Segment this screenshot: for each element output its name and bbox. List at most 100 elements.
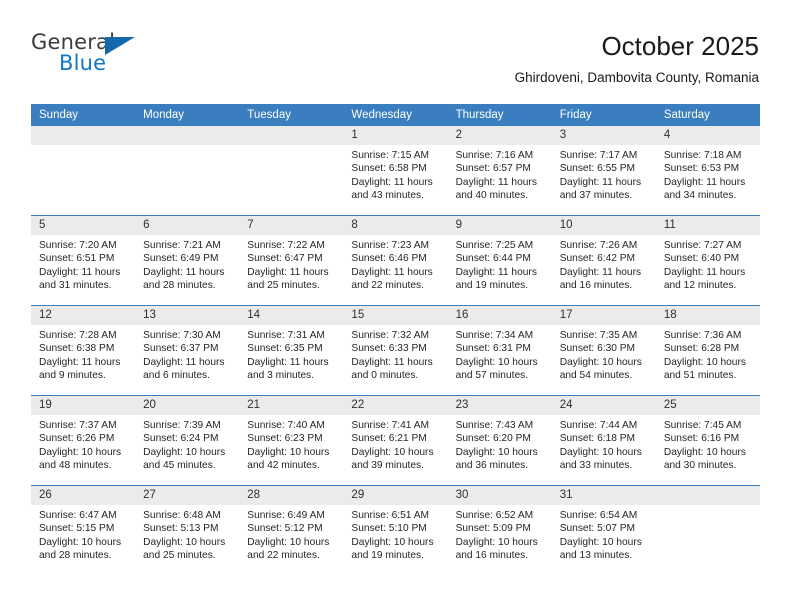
sunset-text: Sunset: 6:33 PM xyxy=(351,343,427,355)
day-number: 29 xyxy=(343,486,448,505)
daylight-text-line2: and 51 minutes. xyxy=(663,370,737,382)
sunset-text: Sunset: 6:53 PM xyxy=(663,163,740,175)
sunrise-text: Sunrise: 7:30 AM xyxy=(143,330,221,341)
day-details: Sunrise: 6:48 AM Sunset: 5:13 PM Daylight:… xyxy=(135,505,239,563)
daylight-text-line1: Daylight: 11 hours xyxy=(247,266,329,278)
sunrise-text: Sunrise: 7:18 AM xyxy=(663,150,742,161)
calendar-day-cell[interactable]: 21 Sunrise: 7:40 AM Sunset: 6:23 PM Dayligh… xyxy=(239,395,344,486)
daylight-text-line2: and 16 minutes. xyxy=(455,550,529,562)
daylight-text-line1: Daylight: 10 hours xyxy=(663,446,746,458)
calendar-day-cell[interactable]: 10 Sunrise: 7:26 AM Sunset: 6:42 PM Dayligh… xyxy=(551,215,656,306)
daylight-text-line2: and 22 minutes. xyxy=(351,280,424,292)
day-number xyxy=(655,486,760,505)
calendar-day-cell[interactable]: 30 Sunrise: 6:52 AM Sunset: 5:09 PM Dayligh… xyxy=(447,485,552,575)
sunrise-text: Sunrise: 7:35 AM xyxy=(559,330,638,341)
calendar-day-cell[interactable]: 13 Sunrise: 7:30 AM Sunset: 6:37 PM Dayligh… xyxy=(135,305,240,396)
calendar-day-cell[interactable]: 24 Sunrise: 7:44 AM Sunset: 6:18 PM Dayligh… xyxy=(551,395,656,486)
calendar-day-cell[interactable]: 4 Sunrise: 7:18 AM Sunset: 6:53 PM Daylight… xyxy=(655,126,760,216)
title-block: October 2025 Ghirdoveni, Dambovita Count… xyxy=(515,30,759,86)
sunrise-text: Sunrise: 7:39 AM xyxy=(143,420,221,431)
calendar-day-cell[interactable]: 23 Sunrise: 7:43 AM Sunset: 6:20 PM Dayligh… xyxy=(447,395,552,486)
sunrise-text: Sunrise: 7:27 AM xyxy=(663,240,742,251)
calendar-day-cell[interactable]: 18 Sunrise: 7:36 AM Sunset: 6:28 PM Dayligh… xyxy=(655,305,760,396)
calendar-day-cell[interactable]: 1 Sunrise: 7:15 AM Sunset: 6:58 PM Daylight… xyxy=(343,126,448,216)
weekday-header-tuesday: Tuesday xyxy=(239,104,344,126)
day-number: 8 xyxy=(343,216,448,235)
daylight-text-line1: Daylight: 10 hours xyxy=(143,446,226,458)
daylight-text-line2: and 45 minutes. xyxy=(143,460,216,472)
day-number: 27 xyxy=(135,486,240,505)
daylight-text-line1: Daylight: 10 hours xyxy=(143,536,226,548)
weekday-header-row: Sunday Monday Tuesday Wednesday Thursday… xyxy=(31,104,760,126)
sunset-text: Sunset: 6:21 PM xyxy=(351,433,427,445)
daylight-text-line1: Daylight: 11 hours xyxy=(559,176,642,188)
daylight-text-line1: Daylight: 11 hours xyxy=(663,176,746,188)
sunset-text: Sunset: 5:07 PM xyxy=(559,523,636,535)
calendar-day-cell[interactable]: 20 Sunrise: 7:39 AM Sunset: 6:24 PM Dayligh… xyxy=(135,395,240,486)
day-details: Sunrise: 7:26 AM Sunset: 6:42 PM Daylight:… xyxy=(552,235,656,293)
daylight-text-line1: Daylight: 11 hours xyxy=(247,356,329,368)
calendar-day-cell[interactable]: 27 Sunrise: 6:48 AM Sunset: 5:13 PM Dayligh… xyxy=(135,485,240,575)
day-number: 21 xyxy=(239,396,344,415)
calendar-day-cell[interactable]: 19 Sunrise: 7:37 AM Sunset: 6:26 PM Dayligh… xyxy=(31,395,136,486)
day-number: 7 xyxy=(239,216,344,235)
sunrise-text: Sunrise: 7:45 AM xyxy=(663,420,742,431)
day-details: Sunrise: 7:18 AM Sunset: 6:53 PM Daylight:… xyxy=(656,145,760,203)
calendar-week-row: 26 Sunrise: 6:47 AM Sunset: 5:15 PM Dayligh… xyxy=(31,485,760,575)
daylight-text-line2: and 34 minutes. xyxy=(663,190,737,202)
sunset-text: Sunset: 6:47 PM xyxy=(247,253,323,265)
calendar-day-cell[interactable]: 12 Sunrise: 7:28 AM Sunset: 6:38 PM Dayligh… xyxy=(31,305,136,396)
calendar-day-cell[interactable]: 25 Sunrise: 7:45 AM Sunset: 6:16 PM Dayligh… xyxy=(655,395,760,486)
calendar-day-cell[interactable]: 8 Sunrise: 7:23 AM Sunset: 6:46 PM Daylight… xyxy=(343,215,448,306)
calendar-day-cell[interactable]: 22 Sunrise: 7:41 AM Sunset: 6:21 PM Dayligh… xyxy=(343,395,448,486)
calendar-day-cell[interactable]: 2 Sunrise: 7:16 AM Sunset: 6:57 PM Daylight… xyxy=(447,126,552,216)
daylight-text-line2: and 19 minutes. xyxy=(455,280,529,292)
daylight-text-line2: and 30 minutes. xyxy=(663,460,737,472)
page-title: October 2025 xyxy=(601,31,759,61)
daylight-text-line2: and 19 minutes. xyxy=(351,550,424,562)
sunset-text: Sunset: 5:13 PM xyxy=(143,523,219,535)
sunset-text: Sunset: 5:10 PM xyxy=(351,523,427,535)
weekday-header-monday: Monday xyxy=(135,104,240,126)
calendar-day-cell[interactable]: 29 Sunrise: 6:51 AM Sunset: 5:10 PM Dayligh… xyxy=(343,485,448,575)
sunrise-text: Sunrise: 7:40 AM xyxy=(247,420,325,431)
sunset-text: Sunset: 5:15 PM xyxy=(39,523,115,535)
calendar-day-cell[interactable]: 9 Sunrise: 7:25 AM Sunset: 6:44 PM Daylight… xyxy=(447,215,552,306)
sunset-text: Sunset: 6:46 PM xyxy=(351,253,427,265)
daylight-text-line2: and 33 minutes. xyxy=(559,460,633,472)
calendar-day-cell[interactable]: 26 Sunrise: 6:47 AM Sunset: 5:15 PM Dayligh… xyxy=(31,485,136,575)
daylight-text-line1: Daylight: 10 hours xyxy=(455,536,538,548)
day-details: Sunrise: 7:20 AM Sunset: 6:51 PM Daylight:… xyxy=(31,235,135,293)
calendar-day-cell[interactable]: 3 Sunrise: 7:17 AM Sunset: 6:55 PM Daylight… xyxy=(551,126,656,216)
day-number: 23 xyxy=(447,396,552,415)
sunset-text: Sunset: 6:49 PM xyxy=(143,253,219,265)
sunrise-text: Sunrise: 7:34 AM xyxy=(455,330,534,341)
general-blue-logo[interactable]: General Blue xyxy=(31,30,231,90)
day-details: Sunrise: 7:27 AM Sunset: 6:40 PM Daylight:… xyxy=(656,235,760,293)
daylight-text-line1: Daylight: 11 hours xyxy=(39,266,121,278)
calendar-day-cell[interactable]: 7 Sunrise: 7:22 AM Sunset: 6:47 PM Daylight… xyxy=(239,215,344,306)
calendar-day-cell[interactable]: 31 Sunrise: 6:54 AM Sunset: 5:07 PM Dayligh… xyxy=(551,485,656,575)
calendar-day-cell[interactable]: 16 Sunrise: 7:34 AM Sunset: 6:31 PM Dayligh… xyxy=(447,305,552,396)
page-subtitle: Ghirdoveni, Dambovita County, Romania xyxy=(514,70,759,85)
day-number xyxy=(31,126,136,145)
calendar-body: 1 Sunrise: 7:15 AM Sunset: 6:58 PM Daylight… xyxy=(31,126,760,575)
calendar-week-row: 1 Sunrise: 7:15 AM Sunset: 6:58 PM Daylight… xyxy=(31,126,760,216)
calendar-day-cell[interactable]: 6 Sunrise: 7:21 AM Sunset: 6:49 PM Daylight… xyxy=(135,215,240,306)
sunset-text: Sunset: 5:12 PM xyxy=(247,523,323,535)
daylight-text-line2: and 40 minutes. xyxy=(455,190,529,202)
calendar-day-cell[interactable]: 28 Sunrise: 6:49 AM Sunset: 5:12 PM Dayligh… xyxy=(239,485,344,575)
calendar-day-cell-empty xyxy=(135,126,240,216)
daylight-text-line2: and 31 minutes. xyxy=(39,280,112,292)
day-details: Sunrise: 7:32 AM Sunset: 6:33 PM Daylight:… xyxy=(343,325,447,383)
daylight-text-line1: Daylight: 10 hours xyxy=(39,446,122,458)
calendar-day-cell[interactable]: 5 Sunrise: 7:20 AM Sunset: 6:51 PM Daylight… xyxy=(31,215,136,306)
calendar-week-row: 5 Sunrise: 7:20 AM Sunset: 6:51 PM Daylight… xyxy=(31,215,760,306)
calendar-day-cell[interactable]: 14 Sunrise: 7:31 AM Sunset: 6:35 PM Dayligh… xyxy=(239,305,344,396)
calendar-day-cell[interactable]: 17 Sunrise: 7:35 AM Sunset: 6:30 PM Dayligh… xyxy=(551,305,656,396)
sunset-text: Sunset: 6:37 PM xyxy=(143,343,219,355)
daylight-text-line2: and 0 minutes. xyxy=(351,370,419,382)
day-number: 9 xyxy=(447,216,552,235)
calendar-day-cell[interactable]: 15 Sunrise: 7:32 AM Sunset: 6:33 PM Dayligh… xyxy=(343,305,448,396)
calendar-day-cell[interactable]: 11 Sunrise: 7:27 AM Sunset: 6:40 PM Dayligh… xyxy=(655,215,760,306)
